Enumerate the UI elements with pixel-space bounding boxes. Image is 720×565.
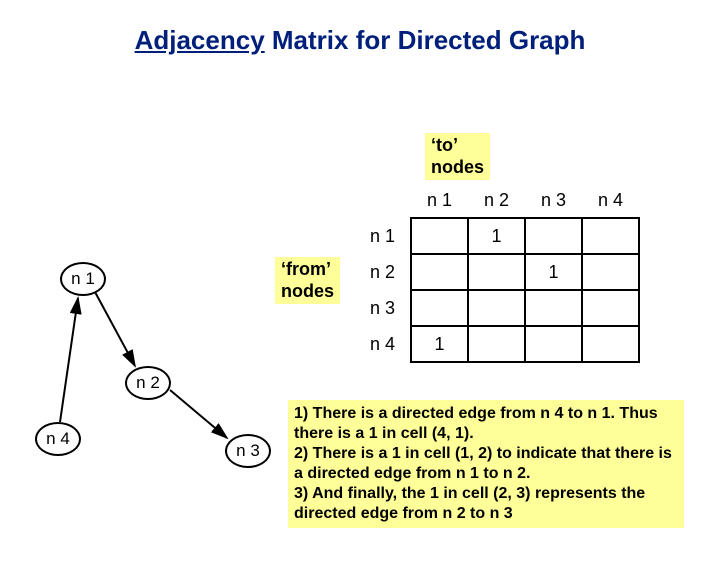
title-underlined: Adjacency bbox=[135, 25, 265, 55]
cell-1-3 bbox=[525, 218, 582, 254]
adjacency-matrix: n 1 n 2 n 3 n 4 n 1 1 n 2 1 n 3 n 4 1 bbox=[355, 183, 640, 363]
cell-2-1 bbox=[411, 254, 468, 290]
cell-2-4 bbox=[582, 254, 639, 290]
col-header-n1: n 1 bbox=[411, 183, 468, 218]
cell-3-3 bbox=[525, 290, 582, 326]
col-header-n3: n 3 bbox=[525, 183, 582, 218]
cell-3-2 bbox=[468, 290, 525, 326]
row-header-n4: n 4 bbox=[355, 326, 411, 362]
cell-1-1 bbox=[411, 218, 468, 254]
cell-4-3 bbox=[525, 326, 582, 362]
graph-node-n3: n 3 bbox=[225, 434, 271, 468]
row-header-n1: n 1 bbox=[355, 218, 411, 254]
edge-n2-n3 bbox=[170, 390, 227, 438]
cell-4-2 bbox=[468, 326, 525, 362]
cell-4-4 bbox=[582, 326, 639, 362]
page-title: Adjacency Matrix for Directed Graph bbox=[0, 25, 720, 56]
edge-n4-n1 bbox=[60, 298, 78, 422]
directed-graph: n 1 n 2 n 3 n 4 bbox=[40, 250, 300, 510]
title-rest: Matrix for Directed Graph bbox=[265, 25, 586, 55]
to-l1: ‘to’ bbox=[431, 135, 458, 155]
graph-node-n1: n 1 bbox=[60, 262, 106, 296]
row-header-n2: n 2 bbox=[355, 254, 411, 290]
edge-n1-n2 bbox=[95, 292, 135, 366]
cell-3-1 bbox=[411, 290, 468, 326]
cell-1-4 bbox=[582, 218, 639, 254]
row-header-n3: n 3 bbox=[355, 290, 411, 326]
graph-node-n4: n 4 bbox=[35, 422, 81, 456]
explanation-box: 1) There is a directed edge from n 4 to … bbox=[288, 400, 684, 528]
to-l2: nodes bbox=[431, 157, 484, 177]
cell-4-1: 1 bbox=[411, 326, 468, 362]
cell-3-4 bbox=[582, 290, 639, 326]
cell-2-3: 1 bbox=[525, 254, 582, 290]
cell-2-2 bbox=[468, 254, 525, 290]
cell-1-2: 1 bbox=[468, 218, 525, 254]
col-header-n2: n 2 bbox=[468, 183, 525, 218]
graph-node-n2: n 2 bbox=[125, 366, 171, 400]
to-nodes-label: ‘to’ nodes bbox=[425, 133, 490, 180]
col-header-n4: n 4 bbox=[582, 183, 639, 218]
